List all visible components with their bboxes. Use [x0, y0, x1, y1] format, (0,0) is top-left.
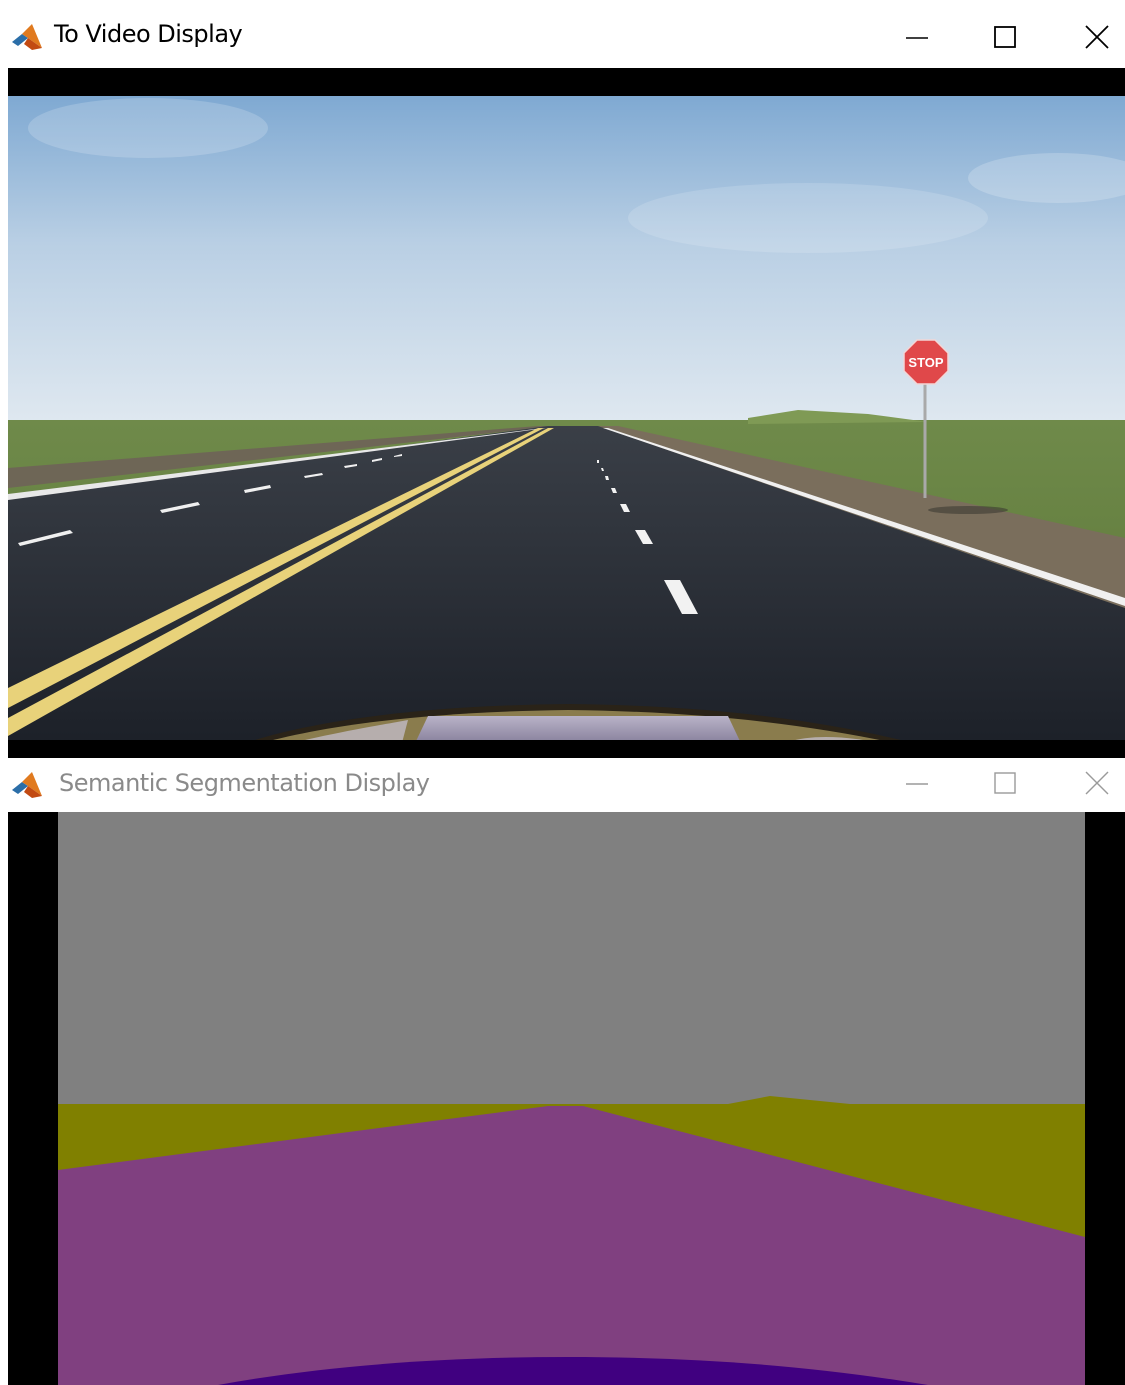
title-bar[interactable]: Semantic Segmentation Display	[0, 758, 1125, 812]
sky-class	[58, 812, 1085, 1104]
semantic-segmentation-window: Semantic Segmentation Display	[0, 758, 1125, 1385]
maximize-button[interactable]	[982, 14, 1028, 60]
to-video-display-window: To Video Display STOP	[0, 0, 1125, 758]
close-button[interactable]	[1074, 760, 1120, 806]
matlab-logo-icon	[12, 772, 42, 798]
minimize-button[interactable]	[894, 760, 940, 806]
segmentation-frame	[8, 812, 1125, 1385]
maximize-button[interactable]	[982, 760, 1028, 806]
close-button[interactable]	[1074, 14, 1120, 60]
window-title: Semantic Segmentation Display	[59, 769, 430, 797]
window-border	[0, 68, 8, 758]
minimize-icon	[906, 37, 928, 39]
letterbox-top	[8, 68, 1125, 96]
window-title: To Video Display	[54, 20, 243, 48]
segmentation-map	[8, 812, 1125, 1385]
maximize-icon	[994, 26, 1016, 48]
window-border	[0, 812, 8, 1385]
stop-sign-text: STOP	[908, 355, 943, 370]
camera-video-frame: STOP	[8, 68, 1125, 758]
close-icon	[1085, 771, 1109, 795]
matlab-logo-icon	[12, 24, 42, 50]
close-icon	[1085, 25, 1109, 49]
minimize-icon	[906, 783, 928, 785]
camera-scene: STOP	[8, 68, 1125, 758]
minimize-button[interactable]	[894, 14, 940, 60]
letterbox-bottom	[8, 740, 1125, 758]
maximize-icon	[994, 772, 1016, 794]
title-bar[interactable]: To Video Display	[0, 0, 1125, 68]
